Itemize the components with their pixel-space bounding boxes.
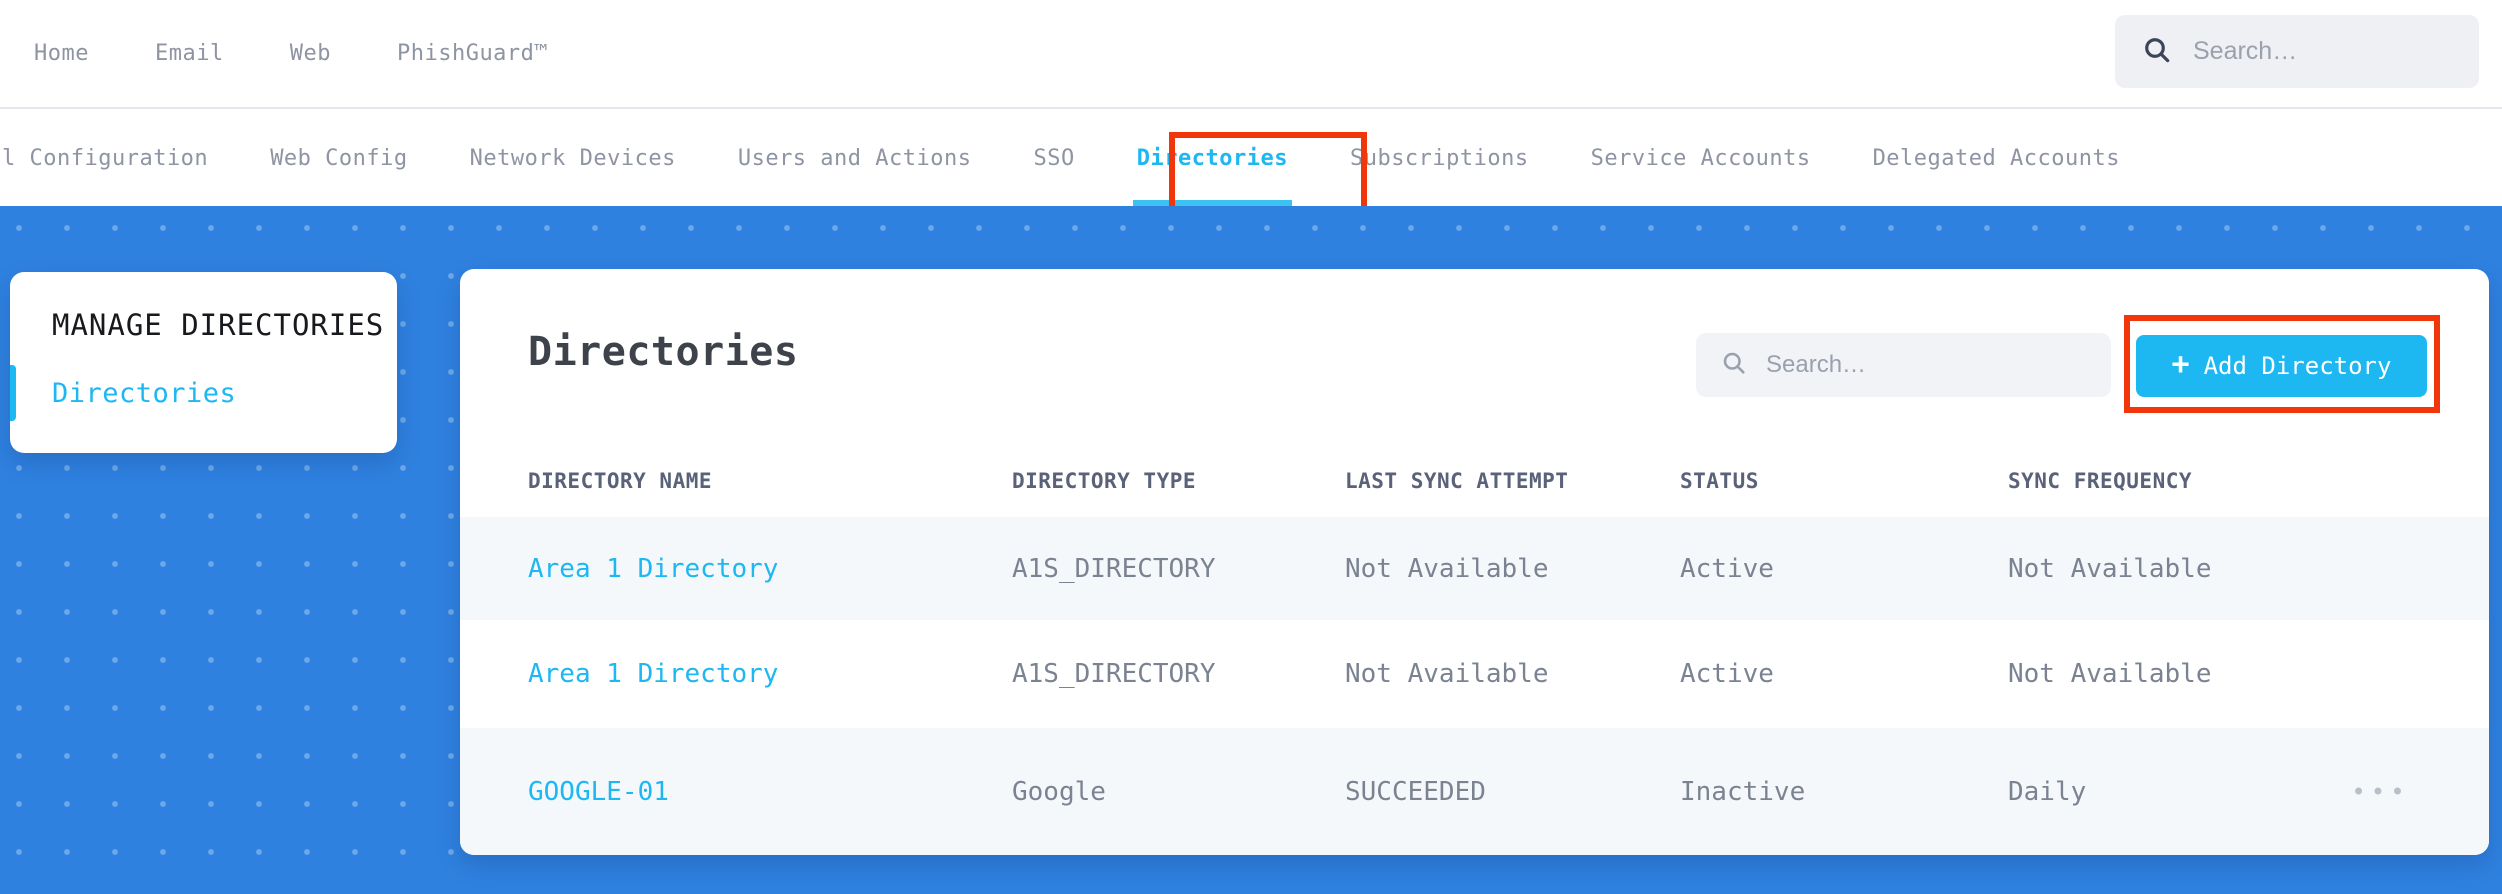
col-header-status: STATUS	[1680, 469, 1759, 493]
col-header-sync-frequency: SYNC FREQUENCY	[2008, 469, 2193, 493]
nav-item-web[interactable]: Web	[290, 41, 331, 66]
directory-type-cell: A1S_DIRECTORY	[1012, 659, 1216, 689]
nav-item-home[interactable]: Home	[34, 41, 89, 66]
tab-directories[interactable]: Directories	[1132, 111, 1293, 206]
manage-directories-card: MANAGE DIRECTORIES Directories	[10, 272, 397, 453]
global-search-input[interactable]	[2193, 37, 2433, 66]
col-header-last-sync-attempt: LAST SYNC ATTEMPT	[1345, 469, 1569, 493]
directory-name-link[interactable]: GOOGLE-01	[528, 777, 1012, 807]
status-cell: Active	[1680, 659, 1774, 689]
directories-search-input[interactable]	[1766, 351, 2066, 379]
workspace-background: MANAGE DIRECTORIES Directories Directori…	[0, 206, 2502, 894]
primary-nav: Home Email Web PhishGuard™	[0, 41, 548, 66]
directories-table: DIRECTORY NAME DIRECTORY TYPE LAST SYNC …	[460, 445, 2489, 855]
nav-item-phishguard[interactable]: PhishGuard™	[397, 41, 548, 66]
sidebar-item-directories[interactable]: Directories	[52, 378, 236, 409]
col-header-directory-name: DIRECTORY NAME	[528, 469, 713, 493]
status-cell: Inactive	[1680, 776, 1806, 807]
last-sync-cell: Not Available	[1345, 553, 1549, 584]
search-icon	[2141, 34, 2173, 70]
directory-name-link[interactable]: Area 1 Directory	[528, 659, 1012, 689]
last-sync-cell: Not Available	[1345, 659, 1549, 689]
last-sync-cell: SUCCEEDED	[1345, 776, 1486, 807]
tab-network-devices[interactable]: Network Devices	[470, 111, 676, 206]
directories-search-box[interactable]	[1696, 333, 2111, 397]
page: Home Email Web PhishGuard™ l Configurati…	[0, 0, 2502, 894]
table-row: GOOGLE-01 Google SUCCEEDED Inactive Dail…	[460, 728, 2489, 855]
add-directory-button[interactable]: + Add Directory	[2136, 335, 2427, 397]
tab-users-and-actions[interactable]: Users and Actions	[738, 111, 972, 206]
directory-type-cell: Google	[1012, 776, 1106, 807]
tab-sso[interactable]: SSO	[1034, 111, 1075, 206]
sync-frequency-cell: Not Available	[2008, 659, 2212, 689]
tab-service-accounts[interactable]: Service Accounts	[1591, 111, 1811, 206]
settings-tab-bar: l Configuration Web Config Network Devic…	[0, 111, 2502, 220]
panel-header: Directories + Add Directory	[460, 269, 2489, 445]
global-search-box[interactable]	[2115, 15, 2479, 88]
directory-name-link[interactable]: Area 1 Directory	[528, 554, 1012, 584]
sync-frequency-cell: Daily	[2008, 776, 2087, 807]
sync-frequency-cell: Not Available	[2008, 553, 2212, 584]
tab-delegated-accounts[interactable]: Delegated Accounts	[1873, 111, 2120, 206]
directory-type-cell: A1S_DIRECTORY	[1012, 553, 1216, 584]
col-header-directory-type: DIRECTORY TYPE	[1012, 469, 1197, 493]
table-header-row: DIRECTORY NAME DIRECTORY TYPE LAST SYNC …	[460, 445, 2489, 517]
table-row: Area 1 Directory A1S_DIRECTORY Not Avail…	[460, 517, 2489, 620]
table-row: Area 1 Directory A1S_DIRECTORY Not Avail…	[460, 620, 2489, 728]
tab-subscriptions[interactable]: Subscriptions	[1350, 111, 1529, 206]
sidebar-heading: MANAGE DIRECTORIES	[52, 308, 385, 342]
status-cell: Active	[1680, 553, 1774, 584]
search-icon	[1720, 349, 1748, 381]
tab-email-configuration[interactable]: l Configuration	[2, 111, 208, 206]
row-actions-menu-icon[interactable]: •••	[2340, 778, 2421, 806]
nav-item-email[interactable]: Email	[155, 41, 224, 66]
top-bar: Home Email Web PhishGuard™	[0, 0, 2502, 109]
sidebar-active-indicator	[10, 365, 16, 421]
directories-panel: Directories + Add Directory	[460, 269, 2489, 855]
plus-icon: +	[2171, 347, 2190, 382]
page-title: Directories	[528, 329, 799, 375]
tab-web-config[interactable]: Web Config	[270, 111, 407, 206]
add-directory-label: Add Directory	[2203, 352, 2392, 380]
